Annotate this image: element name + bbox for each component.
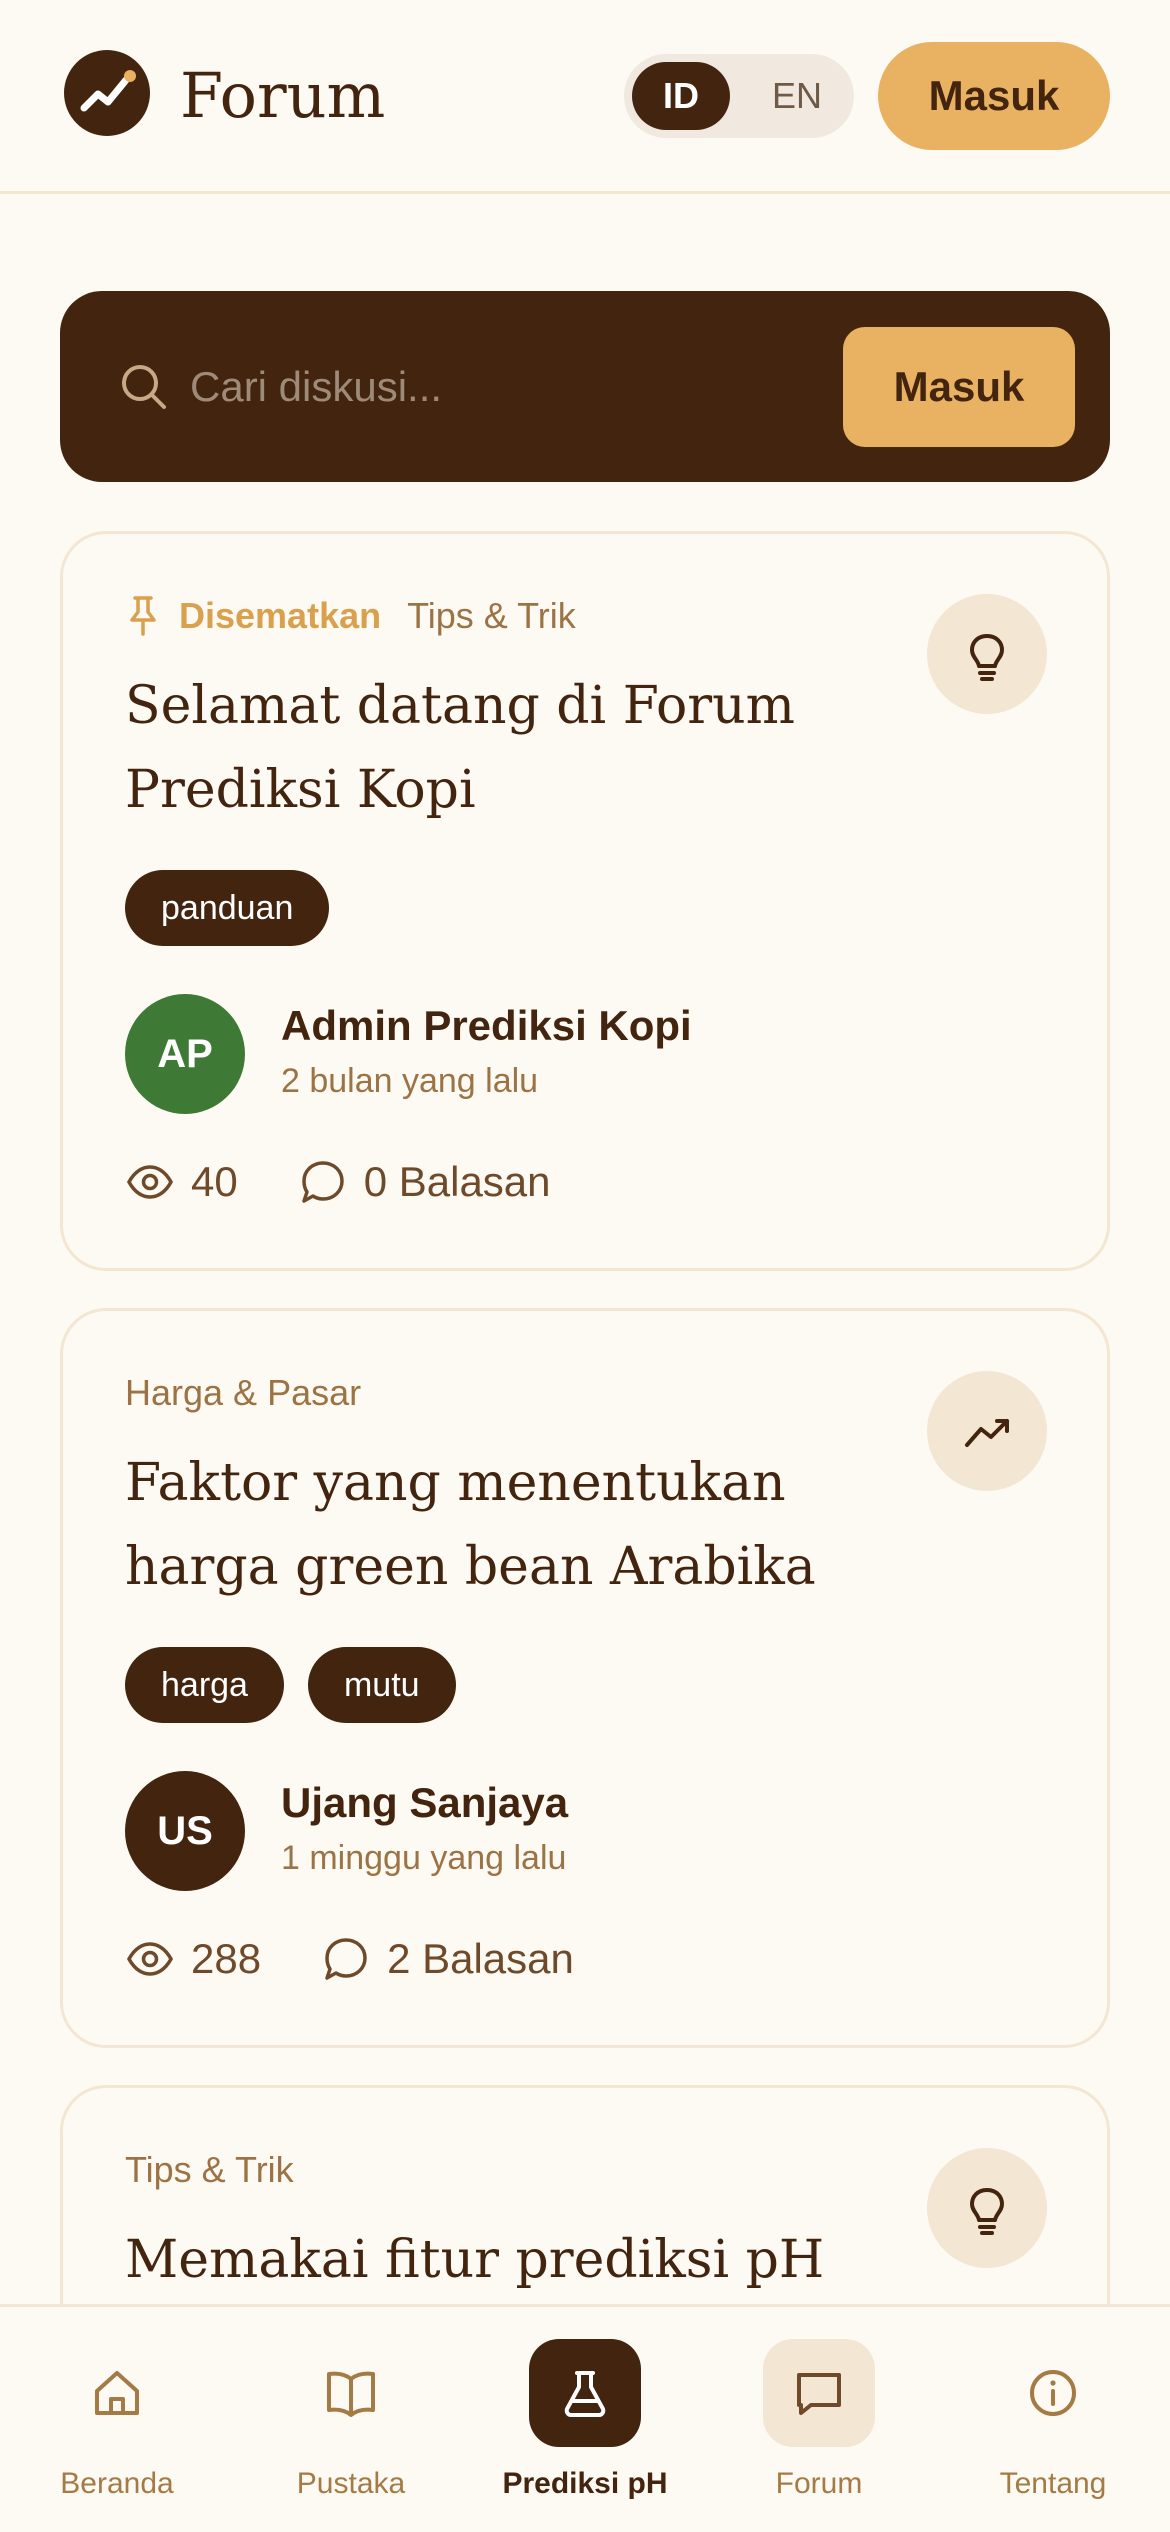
replies-count: 0 Balasan xyxy=(363,1158,551,1205)
post-time: 1 minggu yang lalu xyxy=(281,1839,567,1877)
language-toggle[interactable]: ID EN xyxy=(624,54,854,138)
bottom-nav: Beranda Pustaka Prediksi pH Forum Tentan… xyxy=(0,2304,1170,2532)
book-icon xyxy=(327,2371,375,2417)
thread-title[interactable]: Memakai fitur prediksi pH xyxy=(125,2218,905,2302)
replies-stat: 0 Balasan xyxy=(298,1157,551,1207)
info-icon xyxy=(1030,2370,1076,2416)
logo-icon xyxy=(64,50,150,136)
thread-title[interactable]: Selamat datang di Forum Prediksi Kopi xyxy=(125,664,905,832)
thread-category[interactable]: Harga & Pasar xyxy=(125,1372,361,1414)
views-stat: 40 xyxy=(125,1157,238,1207)
replies-stat: 2 Balasan xyxy=(321,1934,574,1984)
home-icon xyxy=(95,2371,139,2415)
nav-label: Prediksi pH xyxy=(502,2467,668,2500)
nav-item-prediksi-ph[interactable]: Prediksi pH xyxy=(468,2307,702,2532)
views-count: 40 xyxy=(191,1158,238,1205)
avatar: AP xyxy=(125,994,245,1114)
login-button[interactable]: Masuk xyxy=(878,42,1110,150)
thread-card[interactable]: Harga & Pasar Faktor yang menentukan har… xyxy=(60,1308,1110,2048)
post-time: 2 bulan yang lalu xyxy=(281,1062,539,1100)
tag-chip[interactable]: panduan xyxy=(125,870,330,946)
thread-category[interactable]: Tips & Trik xyxy=(125,2149,294,2191)
page-title: Forum xyxy=(180,59,386,132)
avatar: US xyxy=(125,1771,245,1891)
eye-icon xyxy=(127,1942,173,1976)
chat-icon xyxy=(797,2373,841,2415)
search-bar: Masuk xyxy=(60,291,1110,482)
lang-option-id[interactable]: ID xyxy=(632,62,730,130)
lang-option-en[interactable]: EN xyxy=(748,62,846,130)
eye-icon xyxy=(127,1165,173,1199)
lightbulb-icon xyxy=(927,2148,1047,2268)
comment-icon xyxy=(301,1161,344,1203)
tag-chip[interactable]: mutu xyxy=(307,1647,456,1723)
pin-icon xyxy=(130,596,156,636)
search-icon xyxy=(122,365,166,409)
nav-label: Beranda xyxy=(60,2467,174,2500)
nav-label: Pustaka xyxy=(296,2467,406,2500)
nav-label: Forum xyxy=(775,2467,863,2500)
search-input[interactable] xyxy=(190,351,850,423)
nav-label: Tentang xyxy=(999,2467,1107,2500)
replies-count: 2 Balasan xyxy=(387,1935,574,1982)
nav-item-tentang[interactable]: Tentang xyxy=(936,2307,1170,2532)
trending-up-icon xyxy=(927,1371,1047,1491)
nav-item-forum[interactable]: Forum xyxy=(702,2307,936,2532)
pinned-label: Disematkan xyxy=(179,595,382,636)
flask-icon xyxy=(564,2371,606,2417)
top-header: Forum ID EN Masuk xyxy=(0,0,1170,194)
nav-item-pustaka[interactable]: Pustaka xyxy=(234,2307,468,2532)
author-name[interactable]: Ujang Sanjaya xyxy=(281,1779,568,1827)
tag-chip[interactable]: harga xyxy=(125,1647,284,1723)
author-name[interactable]: Admin Prediksi Kopi xyxy=(281,1002,692,1050)
views-count: 288 xyxy=(191,1935,262,1982)
thread-title[interactable]: Faktor yang menentukan harga green bean … xyxy=(125,1441,905,1609)
comment-icon xyxy=(325,1938,367,1980)
lightbulb-icon xyxy=(927,594,1047,714)
search-login-button[interactable]: Masuk xyxy=(843,327,1075,447)
views-stat: 288 xyxy=(125,1934,261,1984)
thread-card[interactable]: Disematkan Tips & Trik Selamat datang di… xyxy=(60,531,1110,1271)
nav-item-beranda[interactable]: Beranda xyxy=(0,2307,234,2532)
thread-category[interactable]: Tips & Trik xyxy=(407,595,576,637)
